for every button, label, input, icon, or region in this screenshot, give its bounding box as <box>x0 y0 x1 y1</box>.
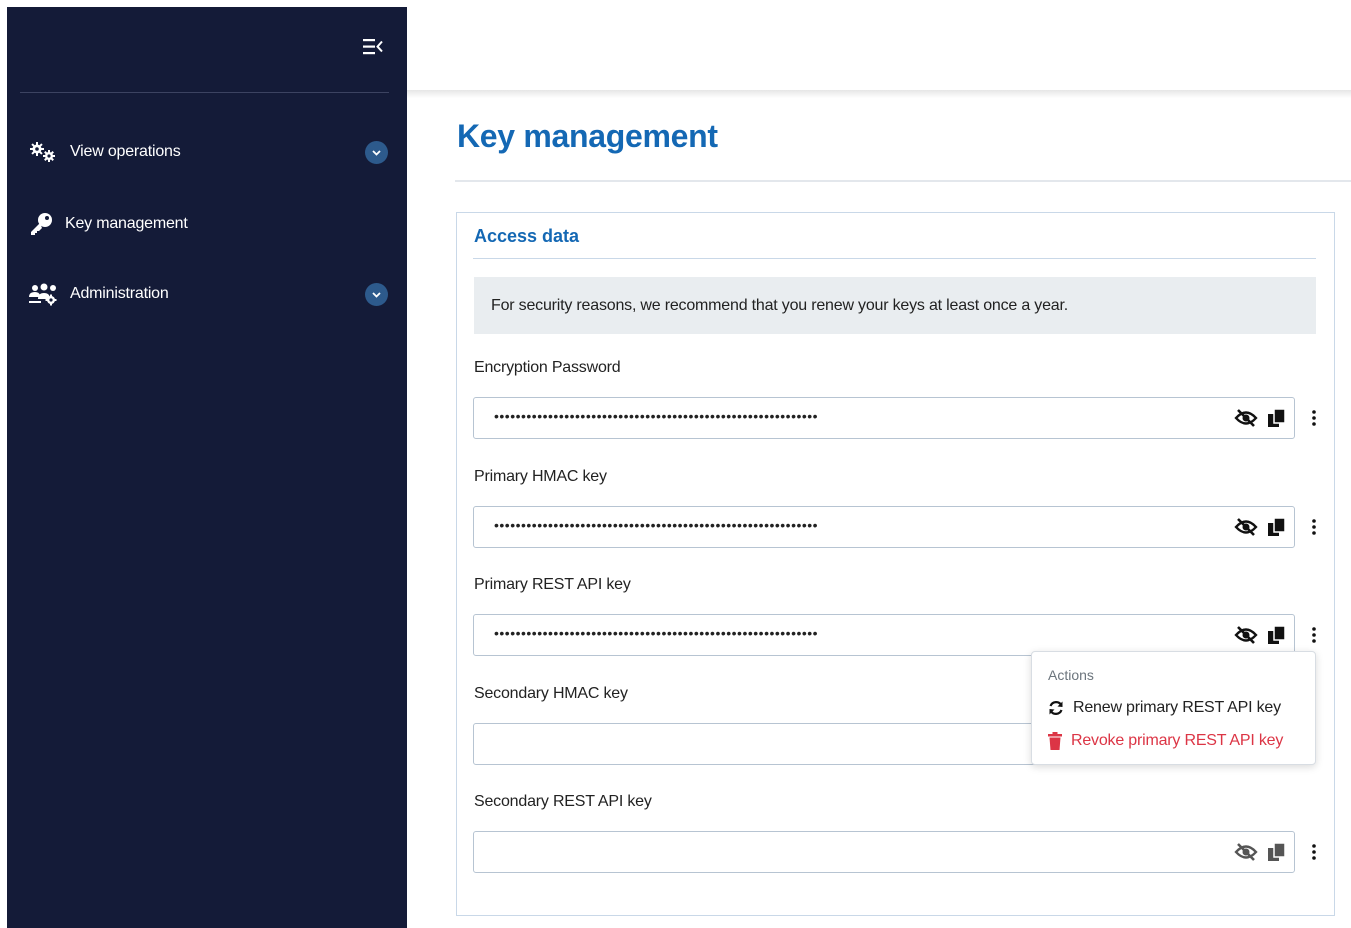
sidebar-item-administration[interactable]: Administration <box>7 274 407 314</box>
title-divider <box>455 180 1351 182</box>
more-vertical-icon[interactable] <box>1306 623 1322 647</box>
primary-hmac-key-field[interactable]: ••••••••••••••••••••••••••••••••••••••••… <box>473 506 1295 548</box>
sidebar: View operations Key management Administr… <box>7 7 407 928</box>
renew-key-label: Renew primary REST API key <box>1073 699 1281 716</box>
eye-slash-icon[interactable] <box>1234 516 1258 538</box>
primary-rest-api-key-field[interactable]: ••••••••••••••••••••••••••••••••••••••••… <box>473 614 1295 656</box>
revoke-key-label: Revoke primary REST API key <box>1071 732 1284 749</box>
copy-icon[interactable] <box>1266 407 1288 429</box>
primary-hmac-key-label: Primary HMAC key <box>474 468 607 485</box>
card-title: Access data <box>474 226 580 246</box>
field-value: ••••••••••••••••••••••••••••••••••••••••… <box>494 408 819 424</box>
more-vertical-icon[interactable] <box>1306 515 1322 539</box>
chevron-down-icon[interactable] <box>365 141 388 164</box>
eye-slash-icon[interactable] <box>1234 407 1258 429</box>
renew-key-menu-item[interactable]: Renew primary REST API key <box>1047 696 1281 720</box>
chevron-down-icon[interactable] <box>365 283 388 306</box>
copy-icon[interactable] <box>1266 624 1288 646</box>
gears-icon <box>29 140 57 164</box>
refresh-icon <box>1049 701 1063 715</box>
sidebar-item-key-management[interactable]: Key management <box>7 204 407 244</box>
users-gear-icon <box>29 282 57 306</box>
copy-icon[interactable] <box>1266 841 1288 863</box>
menu-collapse-icon[interactable] <box>361 35 385 59</box>
more-vertical-icon[interactable] <box>1306 406 1322 430</box>
primary-rest-api-key-label: Primary REST API key <box>474 576 631 593</box>
actions-menu: Actions Renew primary REST API key Revok… <box>1031 651 1316 765</box>
sidebar-item-label: View operations <box>70 143 181 160</box>
key-icon <box>29 212 57 236</box>
page-title: Key management <box>457 118 718 154</box>
menu-header: Actions <box>1048 667 1094 683</box>
security-notice: For security reasons, we recommend that … <box>474 277 1316 334</box>
encryption-password-label: Encryption Password <box>474 359 621 376</box>
field-value: ••••••••••••••••••••••••••••••••••••••••… <box>494 517 819 533</box>
eye-slash-icon[interactable] <box>1234 841 1258 863</box>
copy-icon[interactable] <box>1266 516 1288 538</box>
card-divider <box>473 258 1316 259</box>
more-vertical-icon[interactable] <box>1306 840 1322 864</box>
revoke-key-menu-item[interactable]: Revoke primary REST API key <box>1047 729 1283 753</box>
eye-slash-icon[interactable] <box>1234 624 1258 646</box>
trash-icon <box>1048 732 1062 750</box>
field-value: ••••••••••••••••••••••••••••••••••••••••… <box>494 625 819 641</box>
sidebar-item-label: Key management <box>65 215 188 232</box>
secondary-rest-api-key-field[interactable] <box>473 831 1295 873</box>
secondary-rest-api-key-label: Secondary REST API key <box>474 793 652 810</box>
sidebar-divider <box>20 92 389 93</box>
sidebar-item-view-operations[interactable]: View operations <box>7 132 407 172</box>
encryption-password-field[interactable]: ••••••••••••••••••••••••••••••••••••••••… <box>473 397 1295 439</box>
sidebar-item-label: Administration <box>70 285 169 302</box>
secondary-hmac-key-label: Secondary HMAC key <box>474 685 628 702</box>
topbar-shadow <box>407 90 1351 98</box>
